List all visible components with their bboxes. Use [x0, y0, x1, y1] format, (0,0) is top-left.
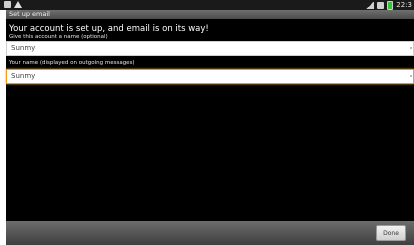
main-content: Your account is set up, and email is on …	[6, 19, 414, 221]
your-name-value: Sunmy	[11, 72, 36, 80]
account-name-value: Sunmy	[11, 44, 36, 52]
status-bar: 22:3	[0, 0, 414, 10]
signal-icon	[366, 1, 375, 9]
warning-icon	[14, 1, 22, 8]
status-left-icons	[4, 1, 22, 8]
data-icon	[377, 1, 385, 9]
account-name-field[interactable]: Sunmy	[6, 41, 414, 56]
status-time: 22:3	[396, 1, 412, 9]
battery-icon	[387, 0, 394, 10]
your-name-label: Your name (displayed on outgoing message…	[9, 60, 135, 66]
status-right-icons: 22:3	[366, 0, 412, 10]
headline: Your account is set up, and email is on …	[9, 24, 209, 34]
window-title: Set up email	[6, 10, 414, 19]
account-name-label: Give this account a name (optional)	[9, 34, 108, 40]
field-edge-marker	[410, 75, 412, 77]
bottom-action-bar: Done	[6, 221, 414, 245]
notification-icon	[4, 1, 11, 8]
done-button[interactable]: Done	[376, 225, 406, 241]
field-edge-marker	[410, 47, 412, 49]
your-name-field[interactable]: Sunmy	[6, 69, 414, 84]
